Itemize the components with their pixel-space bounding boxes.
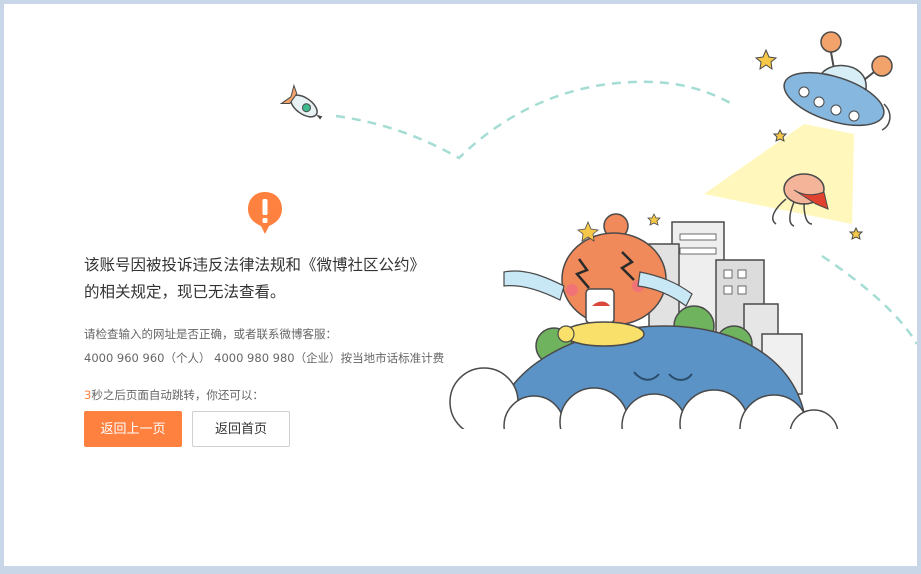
notice-message: 该账号因被投诉违反法律法规和《微博社区公约》 的相关规定，现已无法查看。 <box>84 252 464 306</box>
back-button[interactable]: 返回上一页 <box>84 411 182 447</box>
error-page: 该账号因被投诉违反法律法规和《微博社区公约》 的相关规定，现已无法查看。 请检查… <box>4 4 917 566</box>
flight-path <box>335 80 733 160</box>
notice-line-1: 该账号因被投诉违反法律法规和《微博社区公约》 <box>84 256 426 274</box>
contact-line-1: 请检查输入的网址是否正确，或者联系微博客服： <box>84 327 337 341</box>
ufo-icon <box>783 31 893 131</box>
home-button[interactable]: 返回首页 <box>192 411 290 447</box>
rocket-icon <box>279 83 323 120</box>
contact-info: 请检查输入的网址是否正确，或者联系微博客服： 4000 960 960（个人） … <box>84 322 444 370</box>
notice-line-2: 的相关规定，现已无法查看。 <box>84 283 286 301</box>
redirect-notice: 3秒之后页面自动跳转，你还可以： <box>84 387 264 403</box>
contact-line-2: 4000 960 960（个人） 4000 980 980（企业）按当地市话标准… <box>84 351 445 365</box>
redirect-text: 秒之后页面自动跳转，你还可以： <box>91 388 264 402</box>
flight-path-right <box>821 254 917 345</box>
exclamation-icon <box>248 192 282 234</box>
